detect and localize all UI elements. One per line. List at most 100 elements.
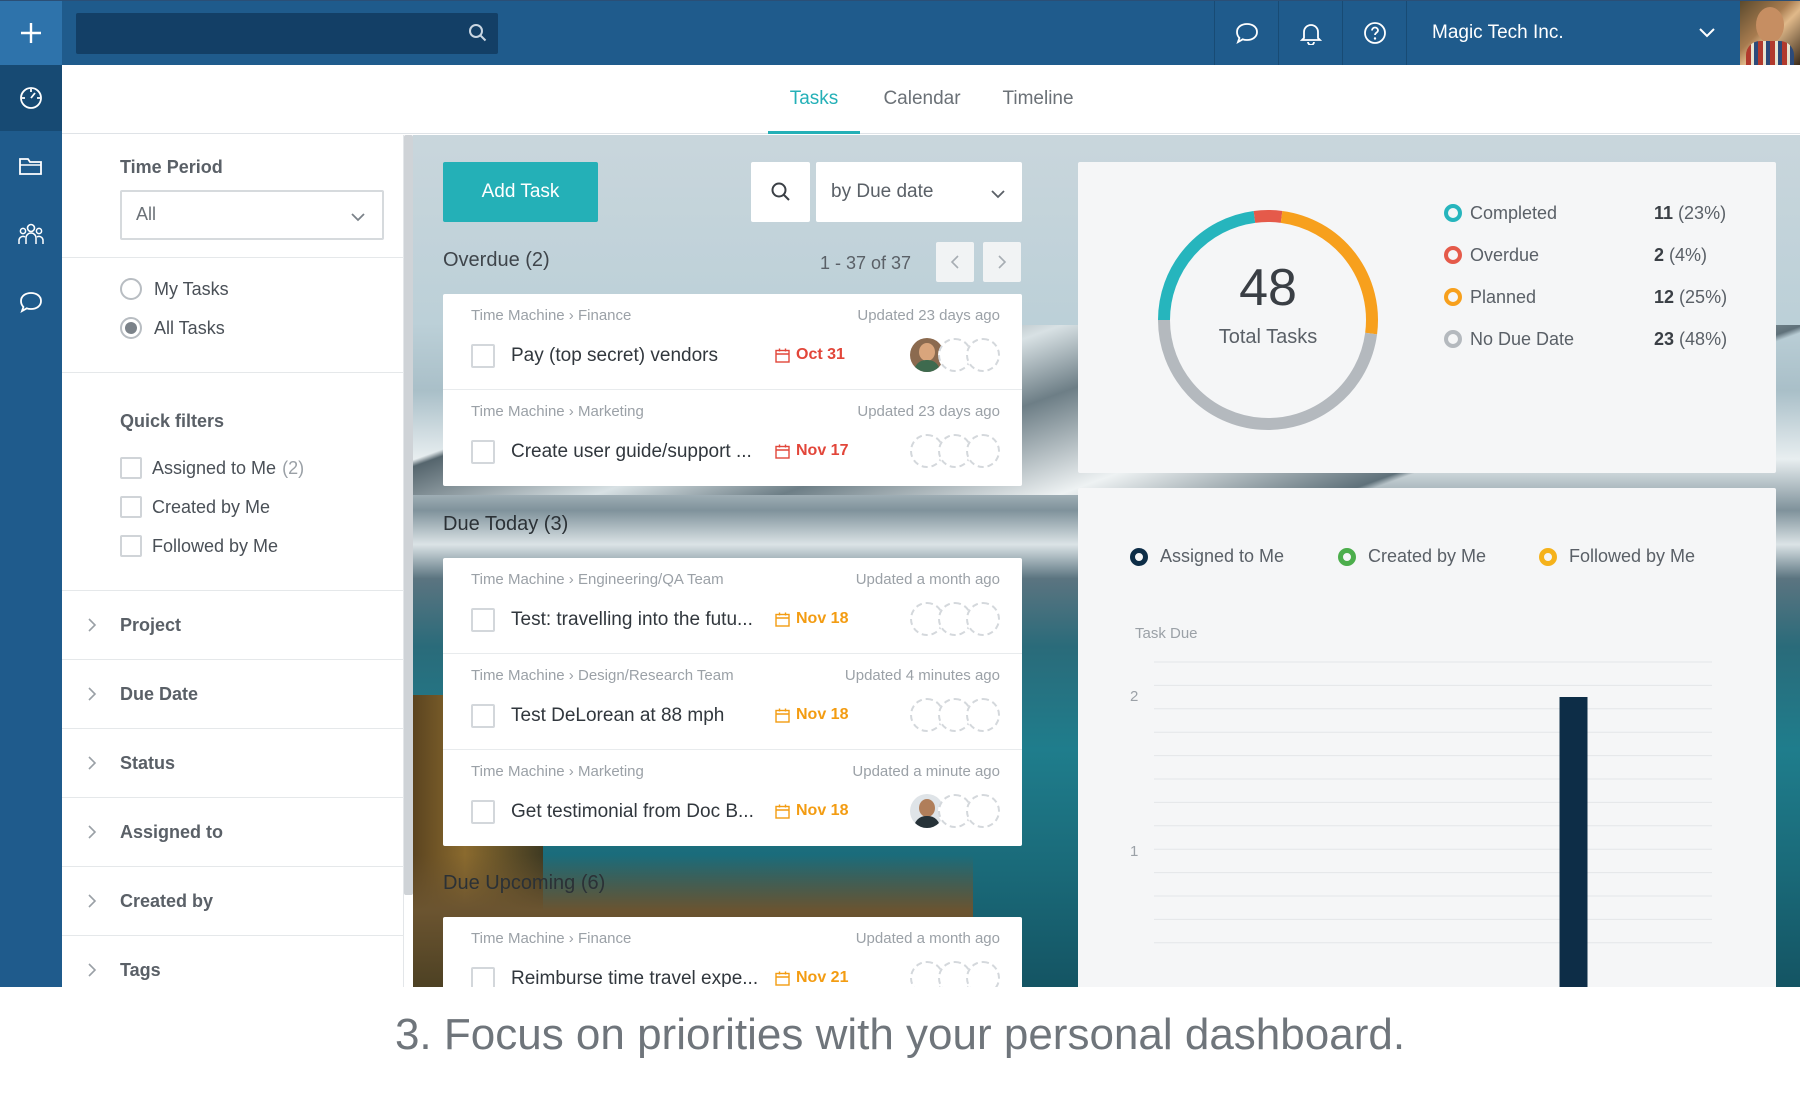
task-row[interactable]: Time Machine › Finance Updated a month ag…	[443, 917, 1022, 987]
task-complete-checkbox[interactable]	[471, 440, 495, 464]
status-count: 2 (4%)	[1654, 244, 1708, 265]
filter-section-status[interactable]: Status	[62, 728, 404, 797]
checkbox[interactable]	[120, 496, 142, 518]
dashboard-icon	[20, 87, 42, 109]
help-button[interactable]	[1342, 1, 1406, 65]
filter-scrollbar[interactable]	[404, 135, 413, 895]
task-complete-checkbox[interactable]	[471, 704, 495, 728]
empty-assignee-slot[interactable]	[966, 338, 1000, 372]
filter-section-assigned-to[interactable]: Assigned to	[62, 797, 404, 866]
section-label: Project	[120, 614, 182, 635]
next-page-button[interactable]	[983, 242, 1021, 282]
task-title[interactable]: Get testimonial from Doc B...	[511, 801, 761, 823]
user-avatar[interactable]	[1740, 1, 1800, 65]
task-row[interactable]: Time Machine › Engineering/QA Team Update…	[443, 558, 1022, 654]
previous-page-button[interactable]	[936, 242, 974, 282]
summary-legend-planned[interactable]: Planned 12 (25%)	[1444, 284, 1727, 310]
summary-legend-completed[interactable]: Completed 11 (23%)	[1444, 200, 1726, 226]
tab-timeline[interactable]: Timeline	[988, 65, 1088, 134]
bar-assigned-to-me[interactable]	[1559, 697, 1588, 987]
checkbox[interactable]	[120, 535, 142, 557]
task-title[interactable]: Test DeLorean at 88 mph	[511, 705, 761, 727]
due-date-text: Nov 18	[796, 610, 849, 627]
rail-projects[interactable]	[0, 133, 62, 199]
filter-section-tags[interactable]: Tags	[62, 935, 404, 987]
task-breadcrumb[interactable]: Time Machine › Design/Research Team	[471, 667, 734, 684]
empty-assignee-slot[interactable]	[966, 794, 1000, 828]
sort-select[interactable]: by Due date	[816, 162, 1022, 222]
task-title[interactable]: Test: travelling into the futu...	[511, 609, 761, 631]
filter-section-due-date[interactable]: Due Date	[62, 659, 404, 728]
radio-button[interactable]	[120, 278, 142, 300]
task-row[interactable]: Time Machine › Finance Updated 23 days ag…	[443, 294, 1022, 390]
total-tasks-count: 48	[1239, 259, 1297, 317]
task-breadcrumb[interactable]: Time Machine › Finance	[471, 930, 631, 947]
calendar-icon	[775, 348, 790, 363]
view-tabs: Tasks Calendar Timeline	[62, 65, 1800, 134]
task-complete-checkbox[interactable]	[471, 967, 495, 987]
chevron-right-icon	[88, 756, 97, 770]
rail-people[interactable]	[0, 201, 62, 267]
chat-button[interactable]	[1214, 1, 1278, 65]
task-search-button[interactable]	[751, 162, 810, 222]
task-row[interactable]: Time Machine › Design/Research Team Updat…	[443, 654, 1022, 750]
task-title[interactable]: Reimburse time travel expe...	[511, 968, 761, 987]
empty-assignee-slot[interactable]	[966, 602, 1000, 636]
task-due-date[interactable]: Nov 18	[775, 706, 848, 724]
task-due-date[interactable]: Nov 18	[775, 610, 848, 628]
filter-followed-by-me[interactable]: Followed by Me	[120, 535, 278, 557]
radio-button-selected[interactable]	[120, 317, 142, 339]
task-title[interactable]: Pay (top secret) vendors	[511, 345, 761, 367]
create-new-button[interactable]	[0, 1, 62, 65]
task-row[interactable]: Time Machine › Marketing Updated 23 days …	[443, 390, 1022, 486]
checkbox[interactable]	[120, 457, 142, 479]
summary-legend-no-due-date[interactable]: No Due Date 23 (48%)	[1444, 326, 1727, 352]
radio-my-tasks[interactable]: My Tasks	[120, 278, 229, 300]
rail-dashboard[interactable]	[0, 65, 62, 131]
add-task-button[interactable]: Add Task	[443, 162, 598, 222]
empty-assignee-slot[interactable]	[966, 434, 1000, 468]
summary-legend-overdue[interactable]: Overdue 2 (4%)	[1444, 242, 1707, 268]
task-due-date[interactable]: Nov 17	[775, 442, 848, 460]
task-due-date[interactable]: Oct 31	[775, 346, 845, 364]
group-title-overdue: Overdue (2)	[443, 249, 550, 271]
filter-created-by-me[interactable]: Created by Me	[120, 496, 270, 518]
radio-all-tasks[interactable]: All Tasks	[120, 317, 225, 339]
task-updated-time: Updated 4 minutes ago	[844, 667, 1000, 684]
task-complete-checkbox[interactable]	[471, 608, 495, 632]
chevron-down-icon	[1699, 28, 1715, 38]
status-label: No Due Date	[1470, 328, 1575, 349]
plus-icon	[21, 23, 41, 43]
task-title[interactable]: Create user guide/support ...	[511, 441, 761, 463]
tab-tasks[interactable]: Tasks	[768, 65, 860, 134]
empty-assignee-slot[interactable]	[966, 698, 1000, 732]
group-title-due-today: Due Today (3)	[443, 513, 569, 535]
task-breadcrumb[interactable]: Time Machine › Marketing	[471, 763, 644, 780]
task-breadcrumb[interactable]: Time Machine › Finance	[471, 307, 631, 324]
y-tick-label: 2	[1130, 688, 1138, 705]
app-window: Magic Tech Inc. Tasks Calendar Timeline …	[0, 0, 1800, 987]
empty-assignee-slot[interactable]	[966, 961, 1000, 987]
project-name: Time Machine	[471, 571, 565, 588]
chevron-right-icon	[998, 255, 1007, 269]
notifications-button[interactable]	[1278, 1, 1342, 65]
task-breadcrumb[interactable]: Time Machine › Engineering/QA Team	[471, 571, 724, 588]
task-summary-card: 48 Total Tasks Completed 11 (23%) Overdue 2…	[1078, 162, 1776, 473]
global-search-input[interactable]	[76, 13, 498, 54]
time-period-select[interactable]: All	[120, 190, 384, 240]
status-count: 12 (25%)	[1654, 286, 1728, 307]
task-due-date[interactable]: Nov 21	[775, 969, 848, 987]
filter-assigned-to-me[interactable]: Assigned to Me (2)	[120, 457, 304, 479]
tab-calendar[interactable]: Calendar	[868, 65, 976, 134]
task-complete-checkbox[interactable]	[471, 344, 495, 368]
organization-switcher[interactable]: Magic Tech Inc.	[1406, 1, 1738, 65]
task-row[interactable]: Time Machine › Marketing Updated a minute…	[443, 750, 1022, 846]
filter-section-project[interactable]: Project	[62, 590, 404, 659]
rail-messages[interactable]	[0, 269, 62, 335]
task-breadcrumb[interactable]: Time Machine › Marketing	[471, 403, 644, 420]
task-due-date[interactable]: Nov 18	[775, 802, 848, 820]
section-label: Assigned to	[120, 821, 224, 842]
task-complete-checkbox[interactable]	[471, 800, 495, 824]
filter-section-created-by[interactable]: Created by	[62, 866, 404, 935]
caption: 3. Focus on priorities with your persona…	[394, 1010, 1406, 1059]
